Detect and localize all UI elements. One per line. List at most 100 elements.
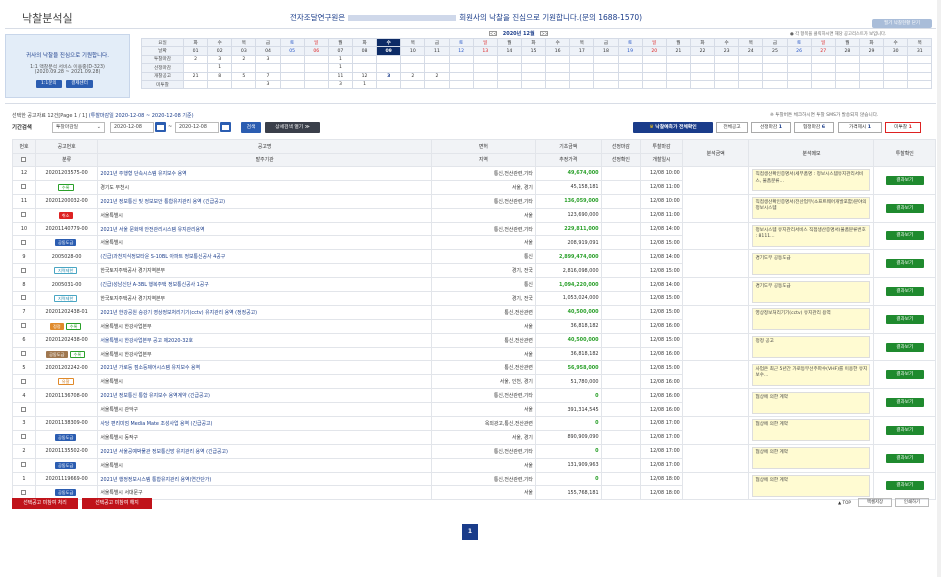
payment-center-button[interactable]: 결제센터 bbox=[66, 80, 93, 88]
calendar-count-cell[interactable] bbox=[762, 71, 788, 81]
calendar-count-cell[interactable]: 3 bbox=[255, 54, 281, 65]
scrollbar[interactable] bbox=[937, 0, 941, 577]
date-cell[interactable]: 06 bbox=[303, 46, 329, 56]
calendar-count-cell[interactable] bbox=[738, 79, 764, 90]
base-amount[interactable]: 0 bbox=[534, 388, 602, 404]
base-amount[interactable]: 136,059,000 bbox=[534, 193, 602, 209]
date-from-input[interactable]: 2020-12-08 bbox=[110, 122, 154, 133]
base-amount[interactable]: 56,958,000 bbox=[534, 360, 602, 376]
calendar-count-cell[interactable] bbox=[907, 71, 933, 81]
analysis-memo[interactable]: 협상에 의한 계약 bbox=[752, 419, 871, 442]
calendar-count-cell[interactable] bbox=[376, 79, 402, 90]
calendar-count-cell[interactable] bbox=[255, 63, 281, 73]
result-view-button[interactable]: 결과보기 bbox=[885, 287, 924, 297]
calendar-count-cell[interactable]: 1 bbox=[327, 63, 353, 73]
calendar-count-cell[interactable] bbox=[569, 71, 595, 81]
calendar-count-cell[interactable] bbox=[834, 71, 860, 81]
analysis-memo[interactable]: 정보시스템 유지관리서비스 직접생산증명서(물품분류번호 : 8111... bbox=[752, 224, 871, 247]
calendar-count-cell[interactable] bbox=[689, 54, 716, 65]
row-checkbox[interactable] bbox=[21, 351, 27, 357]
row-checkbox[interactable] bbox=[21, 239, 27, 245]
calendar-count-cell[interactable] bbox=[617, 63, 643, 73]
base-amount[interactable]: 0 bbox=[534, 443, 602, 459]
calendar-count-cell[interactable] bbox=[762, 54, 788, 65]
date-cell[interactable]: 24 bbox=[738, 46, 764, 56]
date-cell[interactable]: 22 bbox=[689, 46, 716, 56]
date-cell[interactable]: 29 bbox=[858, 46, 885, 56]
inquiry-button[interactable]: 1:1문의 bbox=[36, 80, 62, 88]
calendar-count-cell[interactable] bbox=[665, 79, 691, 90]
calendar-count-cell[interactable]: 1 bbox=[327, 54, 353, 65]
calendar-count-cell[interactable] bbox=[858, 79, 885, 90]
calendar-count-cell[interactable] bbox=[303, 63, 329, 73]
search-button[interactable]: 검색 bbox=[241, 122, 261, 133]
calendar-count-cell[interactable]: 2 bbox=[424, 71, 450, 81]
calendar-count-cell[interactable]: 5 bbox=[231, 71, 257, 81]
date-cell[interactable]: 01 bbox=[182, 46, 209, 56]
calendar-count-cell[interactable] bbox=[545, 71, 571, 81]
calendar-count-cell[interactable]: 3 bbox=[327, 79, 353, 90]
date-cell[interactable]: 12 bbox=[448, 46, 474, 56]
date-cell[interactable]: 05 bbox=[279, 46, 305, 56]
filter-agreement-close-button[interactable]: 협정마감 6 bbox=[794, 122, 834, 133]
scroll-top-link[interactable]: ▲ TOP bbox=[838, 500, 851, 505]
calendar-count-cell[interactable] bbox=[448, 71, 474, 81]
date-cell[interactable]: 09 bbox=[376, 46, 402, 56]
calendar-count-cell[interactable] bbox=[545, 79, 571, 90]
date-cell[interactable]: 31 bbox=[907, 46, 933, 56]
result-view-button[interactable]: 결과보기 bbox=[885, 314, 924, 324]
calendar-count-cell[interactable]: 3 bbox=[376, 71, 402, 81]
calendar-count-cell[interactable] bbox=[472, 79, 498, 90]
calendar-count-cell[interactable] bbox=[496, 63, 522, 73]
calendar-count-cell[interactable] bbox=[858, 63, 885, 73]
calendar-count-cell[interactable] bbox=[520, 79, 547, 90]
calendar-count-cell[interactable] bbox=[641, 63, 667, 73]
calendar-count-cell[interactable] bbox=[665, 63, 691, 73]
calendar-count-cell[interactable] bbox=[762, 79, 788, 90]
row-checkbox[interactable] bbox=[21, 295, 27, 301]
row-checkbox[interactable] bbox=[21, 462, 27, 468]
calendar-count-cell[interactable] bbox=[279, 54, 305, 65]
calendar-count-cell[interactable] bbox=[424, 54, 450, 65]
calendar-count-cell[interactable] bbox=[303, 54, 329, 65]
analysis-memo[interactable]: 정정 공고 bbox=[752, 336, 871, 359]
row-checkbox[interactable] bbox=[21, 212, 27, 218]
calendar-count-cell[interactable] bbox=[883, 79, 909, 90]
analysis-memo[interactable]: 영상정보처리기기(cctv) 유지관리 용역 bbox=[752, 308, 871, 331]
row-checkbox[interactable] bbox=[21, 434, 27, 440]
page-button-current[interactable]: 1 bbox=[462, 524, 478, 540]
calendar-count-cell[interactable] bbox=[617, 71, 643, 81]
notice-title-link[interactable]: 2021년 정보통신 및 정보보안 통합유지관리 용역 (긴급공고) bbox=[97, 193, 432, 209]
analysis-memo[interactable]: 경기도무 공동도급 bbox=[752, 252, 871, 275]
calendar-count-cell[interactable] bbox=[689, 63, 716, 73]
analysis-memo[interactable]: 사업은 최근 5년간 가로등무선주파수(VHF)를 이용한 유지보수... bbox=[752, 363, 871, 386]
calendar-count-cell[interactable] bbox=[472, 63, 498, 73]
row-checkbox[interactable] bbox=[21, 378, 27, 384]
calendar-count-cell[interactable] bbox=[569, 54, 595, 65]
base-amount[interactable]: 0 bbox=[534, 416, 602, 431]
date-type-select[interactable]: 투찰마감일 ⌄ bbox=[52, 122, 105, 133]
calendar-count-cell[interactable] bbox=[689, 71, 716, 81]
excel-export-button[interactable]: 엑셀저장 bbox=[858, 498, 892, 507]
notice-title-link[interactable]: 2021년 한강공원 승강기 영상정보처리기기(cctv) 유지관리 용역 (정… bbox=[97, 304, 432, 320]
result-view-button[interactable]: 결과보기 bbox=[885, 398, 924, 408]
date-cell[interactable]: 15 bbox=[520, 46, 547, 56]
notice-title-link[interactable]: 2021년 주행형 단속시스템 유지보수 용역 bbox=[97, 166, 432, 181]
calendar-count-cell[interactable] bbox=[883, 71, 909, 81]
date-cell[interactable]: 13 bbox=[472, 46, 498, 56]
calendar-count-cell[interactable] bbox=[810, 79, 836, 90]
date-cell[interactable]: 20 bbox=[641, 46, 667, 56]
filter-no-bid-button[interactable]: 미투찰 1 bbox=[885, 122, 921, 133]
calendar-count-cell[interactable] bbox=[714, 54, 740, 65]
calendar-count-cell[interactable] bbox=[810, 63, 836, 73]
calendar-count-cell[interactable] bbox=[883, 54, 909, 65]
notice-title-link[interactable]: 2021년 행정정보시스템 통합유지관리 용역(연간단가) bbox=[97, 471, 432, 487]
date-cell[interactable]: 26 bbox=[786, 46, 812, 56]
calendar-count-cell[interactable] bbox=[834, 79, 860, 90]
calendar-icon[interactable] bbox=[155, 122, 166, 132]
result-view-button[interactable]: 결과보기 bbox=[885, 203, 924, 213]
date-cell[interactable]: 27 bbox=[810, 46, 836, 56]
date-to-input[interactable]: 2020-12-08 bbox=[175, 122, 219, 133]
calendar-count-cell[interactable] bbox=[279, 63, 305, 73]
date-cell[interactable]: 08 bbox=[351, 46, 378, 56]
